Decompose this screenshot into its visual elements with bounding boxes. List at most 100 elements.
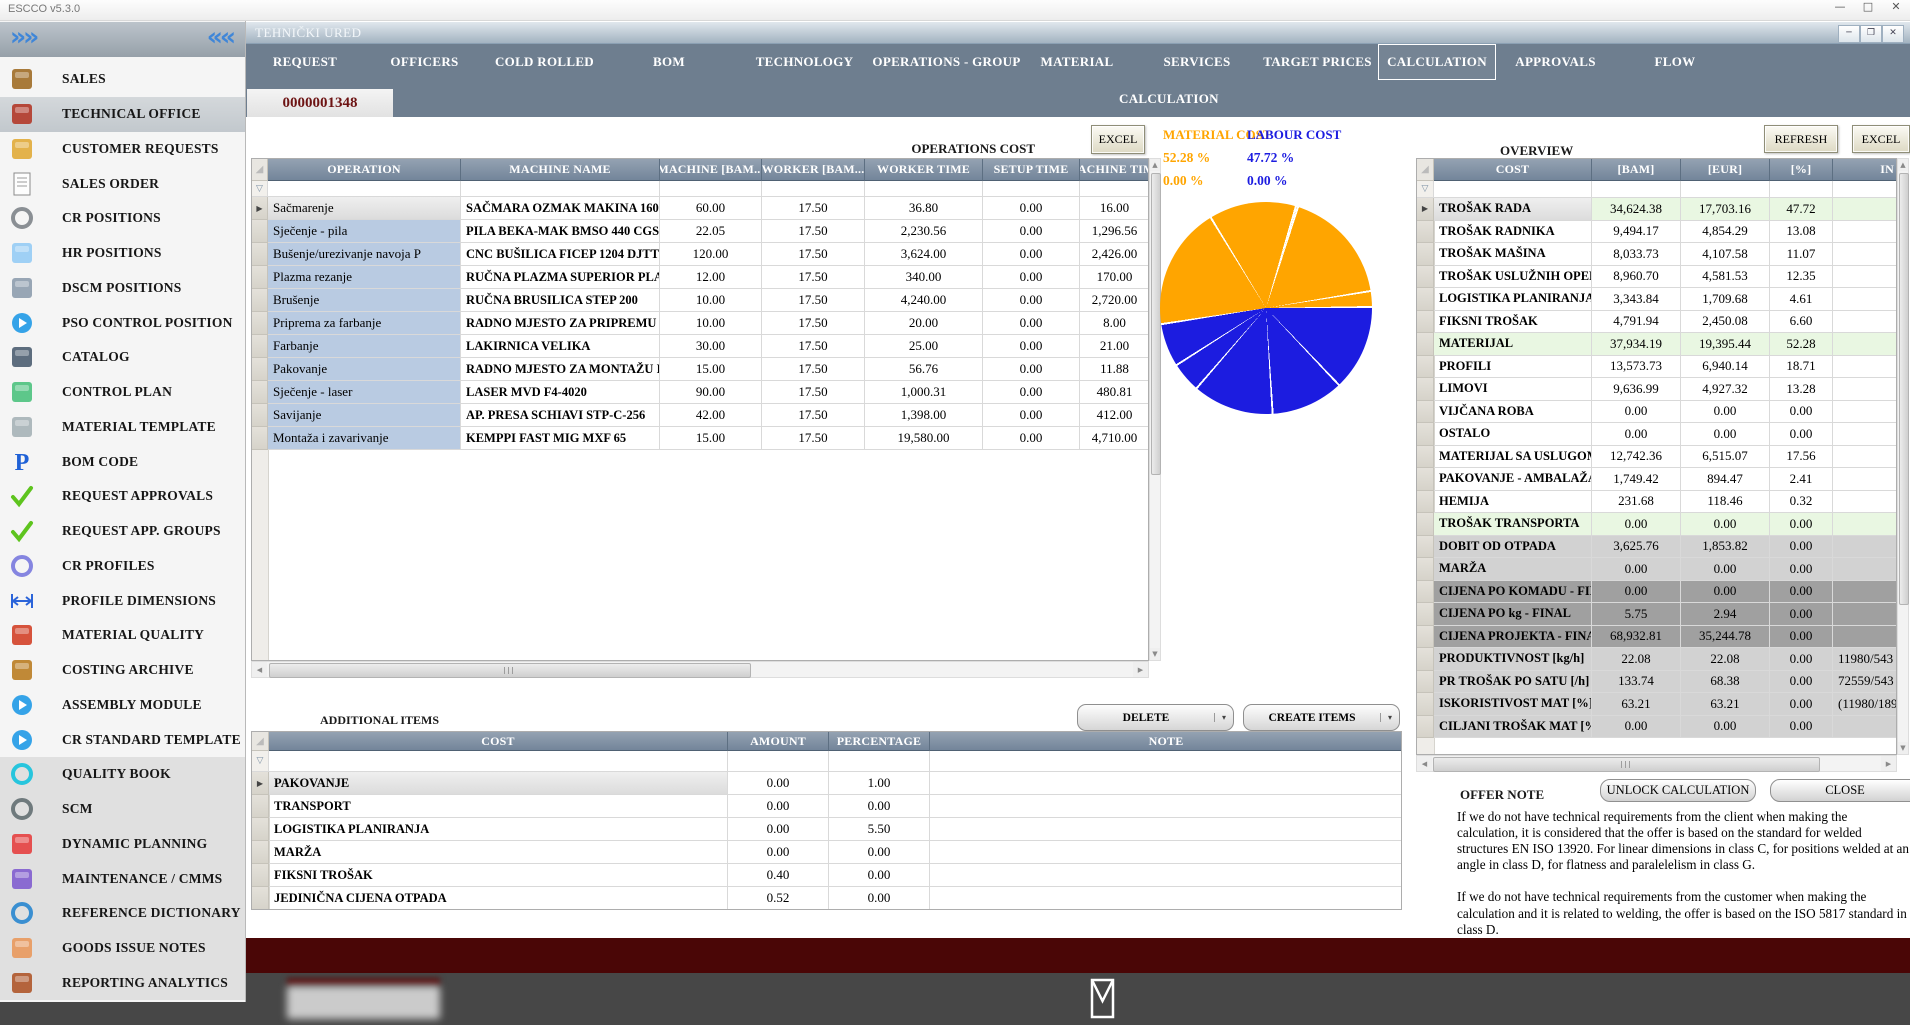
table-row[interactable]: BrušenjeRUČNA BRUSILICA STEP 20010.0017.… bbox=[252, 289, 1148, 312]
row-selector[interactable] bbox=[1417, 693, 1434, 716]
expand-chevrons-icon[interactable]: »» bbox=[10, 22, 36, 51]
filter-cell-machine-bam[interactable] bbox=[660, 181, 762, 197]
delete-button[interactable]: DELETE ▾ bbox=[1077, 704, 1234, 731]
table-row[interactable]: LOGISTIKA PLANIRANJA3,343.841,709.684.61 bbox=[1417, 288, 1896, 311]
chevron-down-icon[interactable]: ▾ bbox=[1380, 713, 1399, 722]
sidebar-item-cr-profiles[interactable]: CR PROFILES bbox=[0, 549, 245, 584]
table-row[interactable]: JEDINIČNA CIJENA OTPADA0.520.00 bbox=[252, 887, 1401, 910]
sidebar-item-pso-control-position[interactable]: PSO CONTROL POSITION bbox=[0, 305, 245, 340]
row-selector[interactable] bbox=[1417, 513, 1434, 536]
table-row[interactable]: ▶PAKOVANJE0.001.00 bbox=[252, 772, 1401, 795]
overview-excel-button[interactable]: EXCEL bbox=[1852, 125, 1910, 153]
column-header-machine-name[interactable]: MACHINE NAME bbox=[461, 159, 660, 181]
filter-cell-note[interactable] bbox=[930, 751, 1402, 772]
table-row[interactable]: Montaža i zavarivanjeKEMPPI FAST MIG MXF… bbox=[252, 427, 1148, 450]
table-row[interactable]: MATERIJAL37,934.1919,395.4452.28 bbox=[1417, 333, 1896, 356]
sidebar-item-goods-issue-notes[interactable]: GOODS ISSUE NOTES bbox=[0, 931, 245, 966]
row-selector[interactable] bbox=[1417, 378, 1434, 401]
column-header-cost[interactable]: COST bbox=[1434, 159, 1592, 181]
sidebar-item-reference-dictionary[interactable]: REFERENCE DICTIONARY bbox=[0, 896, 245, 931]
window-close-icon[interactable]: ✕ bbox=[1882, 25, 1904, 43]
sidebar-item-technical-office[interactable]: TECHNICAL OFFICE bbox=[0, 97, 245, 132]
table-row[interactable]: Priprema za farbanjeRADNO MJESTO ZA PRIP… bbox=[252, 312, 1148, 335]
table-row[interactable]: ▶TROŠAK RADA34,624.3817,703.1647.72 bbox=[1417, 198, 1896, 221]
tab-technology[interactable]: TECHNOLOGY bbox=[733, 44, 876, 80]
column-header-worker-bam[interactable]: WORKER [BAM... bbox=[762, 159, 865, 181]
tab-officers[interactable]: OFFICERS bbox=[365, 44, 484, 80]
row-selector[interactable] bbox=[252, 404, 268, 427]
row-selector[interactable] bbox=[1417, 401, 1434, 424]
table-row[interactable]: CIJENA PO kg - FINAL5.752.940.00 bbox=[1417, 603, 1896, 626]
row-selector[interactable] bbox=[252, 243, 268, 266]
create-items-button[interactable]: CREATE ITEMS ▾ bbox=[1243, 704, 1400, 731]
tab-services[interactable]: SERVICES bbox=[1137, 44, 1257, 80]
filter-cell-eur[interactable] bbox=[1681, 181, 1770, 198]
filter-icon[interactable]: ▽ bbox=[1417, 181, 1434, 198]
column-header-amount[interactable]: AMOUNT bbox=[728, 732, 829, 751]
column-header-operation[interactable]: OPERATION bbox=[268, 159, 461, 181]
filter-cell-cost[interactable] bbox=[1434, 181, 1592, 198]
tab-operations-group[interactable]: OPERATIONS - GROUP bbox=[876, 44, 1017, 80]
row-selector[interactable] bbox=[1417, 311, 1434, 334]
table-row[interactable]: Plazma rezanjeRUČNA PLAZMA SUPERIOR PLAS… bbox=[252, 266, 1148, 289]
window-minimize-icon[interactable]: ─ bbox=[1838, 25, 1860, 43]
row-selector[interactable] bbox=[1417, 446, 1434, 469]
window-restore-icon[interactable]: ❐ bbox=[1860, 25, 1882, 43]
row-selector[interactable] bbox=[1417, 288, 1434, 311]
row-selector[interactable] bbox=[1417, 581, 1434, 604]
filter-cell-info[interactable] bbox=[1833, 181, 1897, 198]
table-row[interactable]: OSTALO0.000.000.00 bbox=[1417, 423, 1896, 446]
scroll-down-icon[interactable]: ▼ bbox=[1150, 648, 1160, 660]
row-selector[interactable] bbox=[252, 864, 269, 887]
table-row[interactable]: LOGISTIKA PLANIRANJA0.005.50 bbox=[252, 818, 1401, 841]
collapse-chevrons-icon[interactable]: «« bbox=[207, 22, 233, 51]
column-header-bam[interactable]: [BAM] bbox=[1592, 159, 1681, 181]
table-row[interactable]: TROŠAK MAŠINA8,033.734,107.5811.07 bbox=[1417, 243, 1896, 266]
filter-cell-cost[interactable] bbox=[269, 751, 728, 772]
sidebar-item-material-quality[interactable]: MATERIAL QUALITY bbox=[0, 618, 245, 653]
table-row[interactable]: MARŽA0.000.000.00 bbox=[1417, 558, 1896, 581]
column-header-info[interactable]: IN bbox=[1833, 159, 1897, 181]
row-selector[interactable] bbox=[1417, 333, 1434, 356]
table-row[interactable]: PAKOVANJE - AMBALAŽA1,749.42894.472.41 bbox=[1417, 468, 1896, 491]
row-selector[interactable] bbox=[1417, 603, 1434, 626]
scroll-thumb[interactable] bbox=[1433, 757, 1820, 772]
sidebar-item-customer-requests[interactable]: CUSTOMER REQUESTS bbox=[0, 132, 245, 167]
overview-hscrollbar[interactable]: ◀ ▶ bbox=[1416, 755, 1897, 772]
table-row[interactable]: ▶SačmarenjeSAČMARA OZMAK MAKINA 1600X8..… bbox=[252, 197, 1148, 220]
row-selector[interactable] bbox=[1417, 648, 1434, 671]
row-selector[interactable] bbox=[1417, 356, 1434, 379]
sidebar-item-reporting-analytics[interactable]: REPORTING ANALYTICS bbox=[0, 966, 245, 1001]
column-header-note[interactable]: NOTE bbox=[930, 732, 1402, 751]
table-row[interactable]: SavijanjeAP. PRESA SCHIAVI STP-C-25642.0… bbox=[252, 404, 1148, 427]
row-selector[interactable] bbox=[1417, 468, 1434, 491]
table-row[interactable]: PROFILI13,573.736,940.1418.71 bbox=[1417, 356, 1896, 379]
column-header-worker-time[interactable]: WORKER TIME bbox=[865, 159, 983, 181]
filter-cell-setup-time[interactable] bbox=[983, 181, 1080, 197]
sidebar-item-catalog[interactable]: CATALOG bbox=[0, 340, 245, 375]
document-number-tab[interactable]: 0000001348 bbox=[247, 89, 393, 117]
envelope-icon[interactable] bbox=[1079, 977, 1123, 1021]
table-row[interactable]: PakovanjeRADNO MJESTO ZA MONTAŽU I PAK..… bbox=[252, 358, 1148, 381]
row-selector[interactable] bbox=[1417, 491, 1434, 514]
filter-cell-amount[interactable] bbox=[728, 751, 829, 772]
row-selector[interactable] bbox=[1417, 423, 1434, 446]
row-selector[interactable] bbox=[1417, 558, 1434, 581]
table-row[interactable]: Sječenje - pilaPILA BEKA-MAK BMSO 440 CG… bbox=[252, 220, 1148, 243]
table-row[interactable]: CIJENA PROJEKTA - FINAL68,932.8135,244.7… bbox=[1417, 626, 1896, 649]
sidebar-item-control-plan[interactable]: CONTROL PLAN bbox=[0, 375, 245, 410]
table-row[interactable]: FarbanjeLAKIRNICA VELIKA30.0017.5025.000… bbox=[252, 335, 1148, 358]
sidebar-item-scm[interactable]: SCM bbox=[0, 792, 245, 827]
sidebar-item-costing-archive[interactable]: COSTING ARCHIVE bbox=[0, 653, 245, 688]
row-selector[interactable] bbox=[252, 841, 269, 864]
sidebar-item-dynamic-planning[interactable]: DYNAMIC PLANNING bbox=[0, 827, 245, 862]
sidebar-item-sales[interactable]: SALES bbox=[0, 62, 245, 97]
table-row[interactable]: LIMOVI9,636.994,927.3213.28 bbox=[1417, 378, 1896, 401]
filter-cell-worker-time[interactable] bbox=[865, 181, 983, 197]
column-header-eur[interactable]: [EUR] bbox=[1681, 159, 1770, 181]
column-header-pct[interactable]: [%] bbox=[1770, 159, 1833, 181]
column-header-cost[interactable]: COST bbox=[269, 732, 728, 751]
scroll-up-icon[interactable]: ▲ bbox=[1150, 159, 1160, 171]
row-selector[interactable] bbox=[252, 266, 268, 289]
table-row[interactable]: PR TROŠAK PO SATU [/h]133.7468.380.00725… bbox=[1417, 671, 1896, 694]
